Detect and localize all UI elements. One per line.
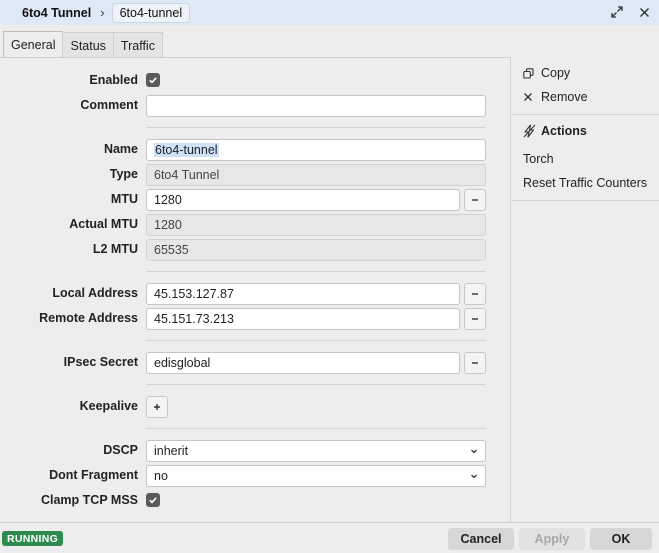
enabled-checkbox[interactable] bbox=[146, 73, 160, 87]
divider bbox=[146, 384, 486, 385]
remove-button[interactable]: Remove bbox=[523, 90, 588, 104]
divider bbox=[512, 200, 659, 201]
name-row: Name 6to4-tunnel bbox=[0, 139, 511, 161]
mtu-remove-button[interactable] bbox=[464, 189, 486, 211]
l2-mtu-row: L2 MTU 65535 bbox=[0, 239, 511, 261]
dont-fragment-value: no bbox=[154, 469, 168, 483]
dont-fragment-row: Dont Fragment no bbox=[0, 465, 511, 487]
l2-mtu-label: L2 MTU bbox=[92, 242, 138, 256]
actual-mtu-row: Actual MTU 1280 bbox=[0, 214, 511, 236]
actions-heading: Actions bbox=[523, 124, 587, 138]
actions-heading-label: Actions bbox=[541, 124, 587, 138]
minus-icon bbox=[472, 362, 478, 364]
plus-icon bbox=[154, 404, 160, 410]
mtu-label: MTU bbox=[110, 192, 138, 206]
copy-label: Copy bbox=[541, 66, 571, 80]
checkmark-icon bbox=[149, 77, 157, 84]
minus-icon bbox=[472, 318, 478, 320]
divider bbox=[146, 428, 486, 429]
name-label: Name bbox=[103, 142, 138, 156]
remove-label: Remove bbox=[541, 90, 588, 104]
ipsec-secret-row: IPsec Secret edisglobal bbox=[0, 352, 511, 374]
keepalive-label: Keepalive bbox=[79, 399, 138, 413]
copy-icon bbox=[523, 67, 541, 79]
status-badge: RUNNING bbox=[2, 531, 64, 546]
chevron-down-icon bbox=[471, 449, 477, 454]
mtu-row: MTU 1280 bbox=[0, 189, 511, 211]
type-row: Type 6to4 Tunnel bbox=[0, 164, 511, 186]
actual-mtu-field: 1280 bbox=[146, 214, 486, 236]
chevron-down-icon bbox=[471, 474, 477, 479]
tab-general[interactable]: General bbox=[3, 31, 64, 58]
keepalive-row: Keepalive bbox=[0, 396, 511, 418]
breadcrumb-separator: › bbox=[100, 5, 105, 20]
ipsec-secret-remove-button[interactable] bbox=[464, 352, 486, 374]
divider bbox=[146, 340, 486, 341]
breadcrumb-parent[interactable]: 6to4 Tunnel bbox=[22, 6, 91, 20]
tab-bar: General Status Traffic bbox=[0, 31, 163, 58]
enabled-row: Enabled bbox=[0, 70, 511, 92]
dscp-value: inherit bbox=[154, 444, 189, 458]
type-label: Type bbox=[109, 167, 138, 181]
keepalive-add-button[interactable] bbox=[146, 396, 168, 418]
dont-fragment-label: Dont Fragment bbox=[49, 468, 138, 482]
local-address-row: Local Address 45.153.127.87 bbox=[0, 283, 511, 305]
ipsec-secret-label: IPsec Secret bbox=[63, 355, 138, 369]
dscp-row: DSCP inherit bbox=[0, 440, 511, 462]
divider bbox=[146, 271, 486, 272]
actual-mtu-label: Actual MTU bbox=[69, 217, 138, 231]
tab-status[interactable]: Status bbox=[62, 32, 114, 58]
footer-bar: RUNNING Cancel Apply OK bbox=[0, 522, 659, 553]
copy-button[interactable]: Copy bbox=[523, 66, 570, 80]
torch-button[interactable]: Torch bbox=[523, 152, 554, 166]
dont-fragment-select[interactable]: no bbox=[146, 465, 486, 487]
ok-button[interactable]: OK bbox=[590, 528, 652, 550]
remote-address-remove-button[interactable] bbox=[464, 308, 486, 330]
reset-traffic-counters-button[interactable]: Reset Traffic Counters bbox=[523, 176, 647, 190]
local-address-remove-button[interactable] bbox=[464, 283, 486, 305]
l2-mtu-field: 65535 bbox=[146, 239, 486, 261]
local-address-field[interactable]: 45.153.127.87 bbox=[146, 283, 460, 305]
remote-address-label: Remote Address bbox=[39, 311, 138, 325]
dscp-select[interactable]: inherit bbox=[146, 440, 486, 462]
minus-icon bbox=[472, 199, 478, 201]
comment-label: Comment bbox=[80, 98, 138, 112]
ipsec-secret-field[interactable]: edisglobal bbox=[146, 352, 460, 374]
remote-address-row: Remote Address 45.151.73.213 bbox=[0, 308, 511, 330]
name-value: 6to4-tunnel bbox=[154, 143, 219, 157]
clamp-tcp-mss-checkbox[interactable] bbox=[146, 493, 160, 507]
comment-row: Comment bbox=[0, 95, 511, 117]
checkmark-icon bbox=[149, 497, 157, 504]
type-field: 6to4 Tunnel bbox=[146, 164, 486, 186]
title-bar: 6to4 Tunnel › 6to4-tunnel bbox=[0, 0, 659, 25]
divider bbox=[512, 114, 659, 115]
clamp-tcp-mss-label: Clamp TCP MSS bbox=[40, 493, 138, 507]
tab-traffic[interactable]: Traffic bbox=[112, 32, 163, 58]
mtu-field[interactable]: 1280 bbox=[146, 189, 460, 211]
breadcrumb-current: 6to4-tunnel bbox=[111, 2, 191, 23]
lightning-icon bbox=[523, 124, 541, 138]
local-address-label: Local Address bbox=[52, 286, 138, 300]
dscp-label: DSCP bbox=[103, 443, 138, 457]
apply-button[interactable]: Apply bbox=[519, 528, 585, 550]
minus-icon bbox=[472, 293, 478, 295]
general-form: Enabled Comment Name 6to4-tunnel Type 6t… bbox=[0, 57, 511, 522]
side-panel: Copy Remove Actions Torch Reset Traffic … bbox=[512, 57, 659, 522]
expand-icon[interactable] bbox=[609, 4, 625, 20]
close-icon[interactable] bbox=[636, 4, 652, 20]
enabled-label: Enabled bbox=[89, 73, 138, 87]
divider bbox=[146, 127, 486, 128]
cancel-button[interactable]: Cancel bbox=[448, 528, 514, 550]
remote-address-field[interactable]: 45.151.73.213 bbox=[146, 308, 460, 330]
x-icon bbox=[523, 92, 541, 102]
comment-field[interactable] bbox=[146, 95, 486, 117]
clamp-tcp-mss-row: Clamp TCP MSS bbox=[0, 490, 511, 512]
name-field[interactable]: 6to4-tunnel bbox=[146, 139, 486, 161]
